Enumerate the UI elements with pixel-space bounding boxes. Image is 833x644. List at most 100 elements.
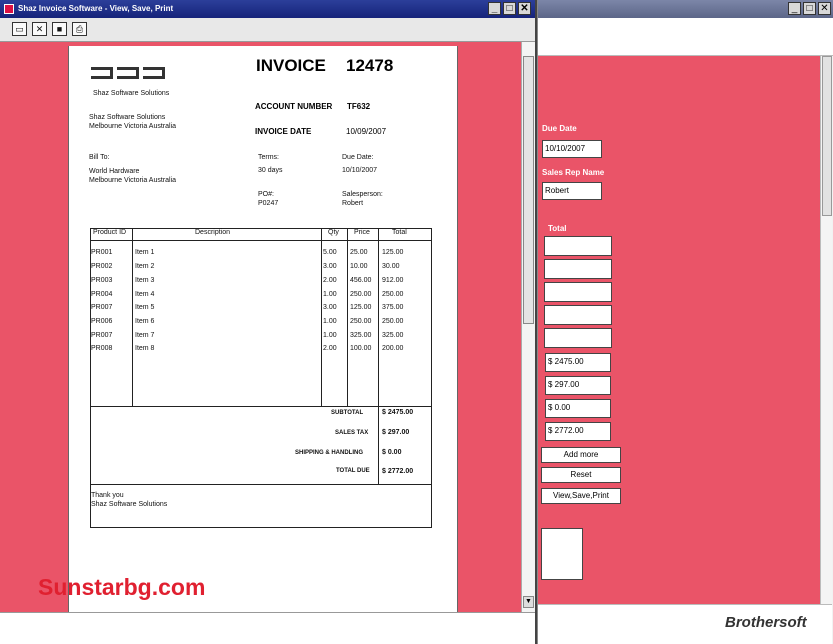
due-date-input[interactable]: 10/10/2007 [542,140,602,158]
table-row: PR007 [91,304,113,311]
terms-value: 30 days [258,167,283,174]
form-scrollbar[interactable] [820,56,832,604]
sales-rep-label: Sales Rep Name [542,168,605,177]
total-line-field-5[interactable] [544,328,612,348]
form-scrollbar-thumb[interactable] [822,56,832,216]
table-row: 2.00 [323,345,337,352]
total-line-field-1[interactable] [544,236,612,256]
table-row: 10.00 [350,263,368,270]
scroll-down-icon[interactable]: ▼ [523,596,534,608]
subtotal-label: SUBTOTAL [331,410,364,416]
thank-you-company: Shaz Software Solutions [91,501,168,508]
table-row: PR004 [91,291,113,298]
preview-toolbar: ▭ ✕ ■ ⎙ [0,18,535,42]
form-canvas: Due Date 10/10/2007 Sales Rep Name Rober… [538,56,832,640]
invoice-number: 12478 [346,56,394,75]
column-header-total: Total [392,229,407,236]
total-line-field-2[interactable] [544,259,612,279]
table-totals-divider [90,484,432,485]
view-save-print-button[interactable]: View,Save,Print [541,488,621,504]
print-icon[interactable]: ⎙ [72,22,87,36]
due-date-value: 10/10/2007 [342,167,378,174]
app-icon [4,4,14,14]
table-header-divider [90,240,432,241]
total-line-field-3[interactable] [544,282,612,302]
notes-area[interactable] [541,528,583,580]
total-label: Total [548,224,567,233]
table-row: 3.00 [323,304,337,311]
bill-to-address: Melbourne Victoria Australia [89,177,177,184]
minimize-icon[interactable]: _ [788,2,801,15]
preview-scrollbar-thumb[interactable] [523,56,534,324]
table-column-divider [321,228,322,406]
subtotal-field[interactable]: $ 2475.00 [545,353,611,372]
reset-button[interactable]: Reset [541,467,621,483]
close-icon[interactable]: ✕ [518,2,531,15]
invoice-page: Shaz Software Solutions INVOICE 12478 Sh… [68,46,458,612]
sales-tax-label: SALES TAX [335,430,369,436]
table-row: 912.00 [382,277,404,284]
table-row: 250.00 [350,291,372,298]
table-row: Item 8 [135,345,155,352]
table-row: 3.00 [323,263,337,270]
column-header-qty: Qty [328,229,339,236]
preview-statusbar [0,612,535,644]
invoice-title: INVOICE [256,56,326,75]
po-value: P0247 [258,200,279,207]
add-more-button[interactable]: Add more [541,447,621,463]
table-row: Item 7 [135,332,155,339]
main-window-toolbar [538,18,833,56]
table-row: PR003 [91,277,113,284]
from-address: Melbourne Victoria Australia [89,123,177,130]
from-name: Shaz Software Solutions [89,114,166,121]
sales-rep-input[interactable]: Robert [542,182,602,200]
main-window-titlebar: _ □ ✕ [538,0,833,18]
open-icon[interactable]: ▭ [12,22,27,36]
table-body-divider [90,406,432,407]
table-row: 125.00 [350,304,372,311]
close-icon[interactable]: ✕ [818,2,831,15]
table-row: 1.00 [323,291,337,298]
close-icon[interactable]: ✕ [32,22,47,36]
company-tagline: Shaz Software Solutions [93,90,170,97]
company-logo [91,66,173,80]
column-header-description: Description [195,229,231,236]
table-row: Item 4 [135,291,155,298]
total-field[interactable]: $ 2772.00 [545,422,611,441]
table-row: PR007 [91,332,113,339]
minimize-icon[interactable]: _ [488,2,501,15]
due-date-label: Due Date [542,124,577,133]
preview-scrollbar[interactable]: ▼ [521,42,535,612]
column-header-price: Price [354,229,370,236]
table-row: 100.00 [350,345,372,352]
table-column-divider [132,228,133,406]
line-items-table [90,228,432,528]
save-icon[interactable]: ■ [52,22,67,36]
shipping-field[interactable]: $ 0.00 [545,399,611,418]
table-column-divider [347,228,348,406]
account-number-label: ACCOUNT NUMBER [255,102,333,111]
sales-tax-value: $ 297.00 [382,429,410,436]
preview-titlebar: Shaz Invoice Software - View, Save, Prin… [0,0,535,18]
table-row: 456.00 [350,277,372,284]
table-row: Item 1 [135,249,155,256]
table-row: 250.00 [382,291,404,298]
salesperson-label: Salesperson: [342,191,383,198]
account-number: TF632 [347,102,371,111]
table-row: Item 3 [135,277,155,284]
table-row: 2.00 [323,277,337,284]
thank-you-line: Thank you [91,492,124,499]
preview-window-title: Shaz Invoice Software - View, Save, Prin… [18,4,174,13]
table-column-divider [378,228,379,406]
subtotal-value: $ 2475.00 [382,409,414,416]
table-row: 1.00 [323,318,337,325]
total-due-value: $ 2772.00 [382,468,414,475]
tax-field[interactable]: $ 297.00 [545,376,611,395]
maximize-icon[interactable]: □ [803,2,816,15]
table-row: 250.00 [350,318,372,325]
table-row: Item 6 [135,318,155,325]
total-line-field-4[interactable] [544,305,612,325]
maximize-icon[interactable]: □ [503,2,516,15]
table-row: 125.00 [382,249,404,256]
table-row: 325.00 [382,332,404,339]
